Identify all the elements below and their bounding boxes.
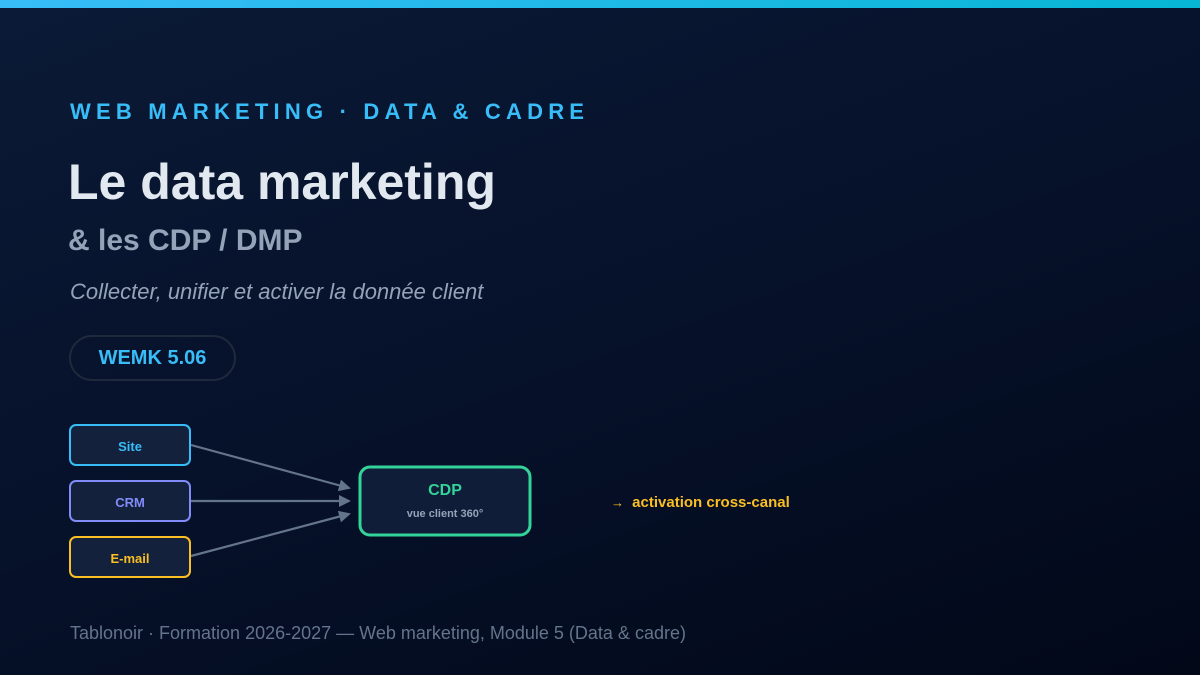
source-node-label: Site [118, 439, 142, 454]
output-label-text: activation cross-canal [632, 494, 790, 511]
slide-footer: Tablonoir · Formation 2026-2027 — Web ma… [70, 623, 686, 643]
source-node-label: E-mail [110, 551, 149, 566]
source-node-email: E-mail [69, 536, 191, 578]
target-node-cdp: CDP vue client 360° [358, 465, 532, 537]
output-label: → activation cross-canal [611, 494, 790, 511]
connector-email-cdp [190, 510, 351, 558]
connector-site-cdp [190, 443, 351, 492]
source-node-label: CRM [115, 495, 145, 510]
right-arrow-icon: → [611, 495, 624, 510]
source-node-site: Site [69, 424, 191, 466]
data-flow-diagram: Site CRM E-mail CDP vue client 360° → ac… [69, 424, 790, 578]
target-node-sublabel: vue client 360° [407, 508, 484, 520]
target-node-label: CDP [428, 482, 462, 499]
source-node-crm: CRM [69, 480, 191, 522]
